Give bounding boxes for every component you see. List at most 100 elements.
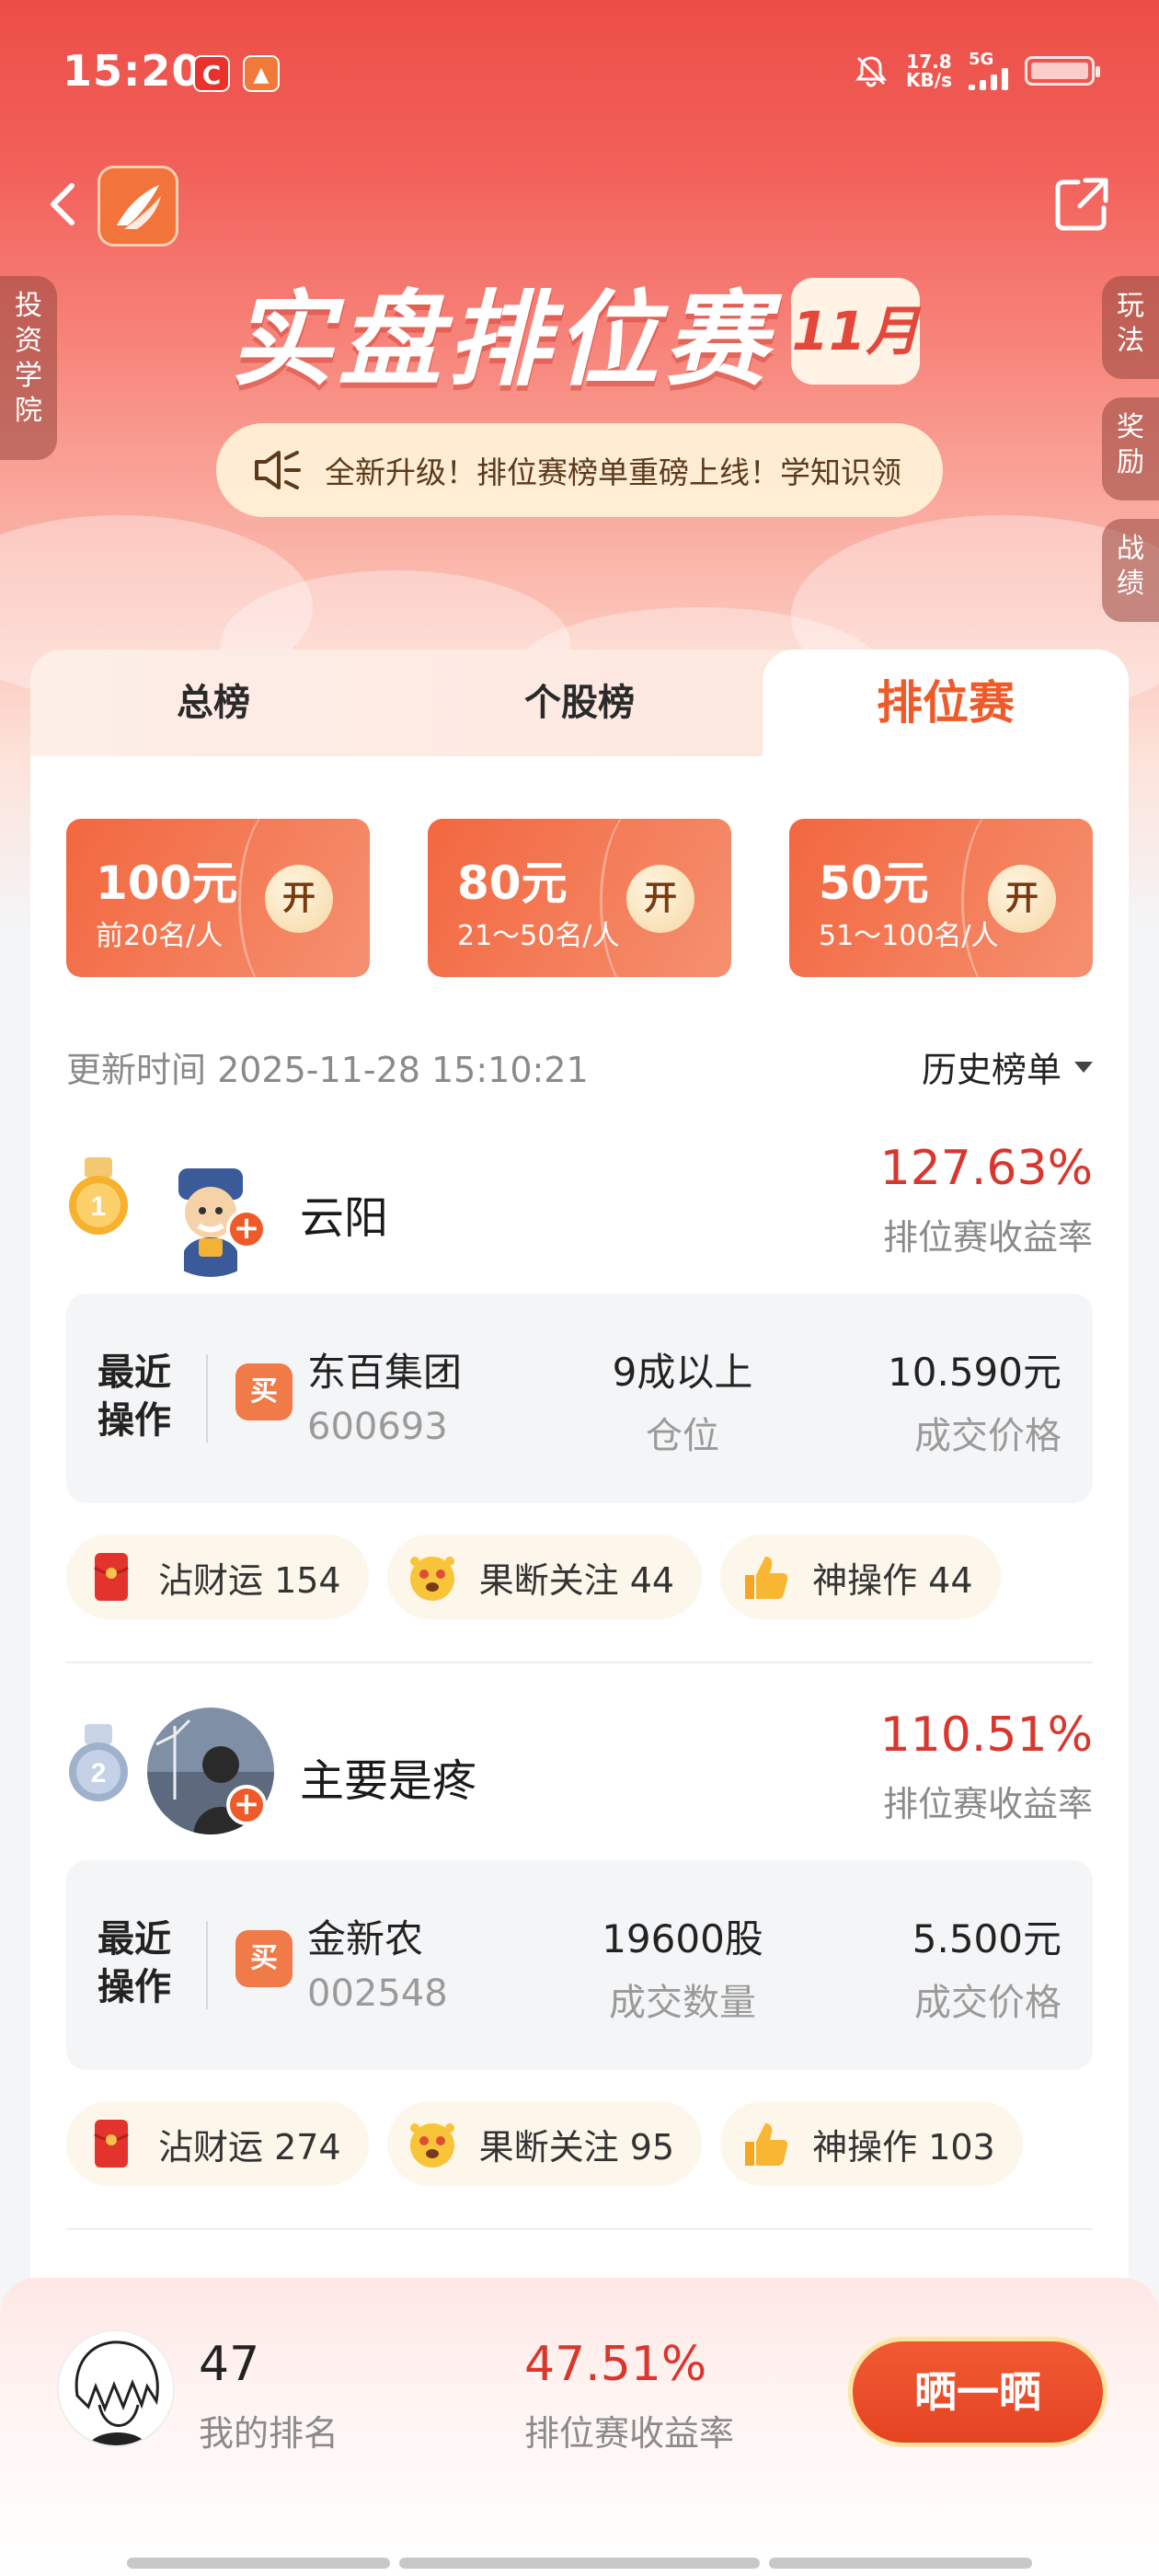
prize-amount: 50元 [819,857,929,910]
side-tab-academy-label: 投资学院 [15,290,42,427]
reaction-button[interactable]: 果断关注 95 [386,2101,703,2186]
red-envelope-icon [85,2117,138,2170]
buy-badge: 买 [235,1363,293,1420]
status-app-icon: C [193,55,230,92]
gold-medal-icon: 1 [69,1157,128,1235]
reaction-row: 沾财运 154 果断关注 44 神操作 44 [66,1535,1001,1619]
notice-bar[interactable]: 全新升级！排位赛榜单重磅上线！学知识领 [216,423,943,517]
deal-price: 10.590元 [888,1350,1061,1395]
speaker-icon [255,451,301,489]
prize-open-button[interactable]: 开 [988,865,1056,933]
deal-price-label: 成交价格 [914,1415,1061,1457]
prize-open-button[interactable]: 开 [265,865,333,933]
mute-bell-icon [855,56,888,87]
reaction-label: 沾财运 274 [158,2126,341,2168]
recent-operation[interactable]: 最近操作 买 东百集团 600693 9成以上 仓位 10.590元 成交价格 [66,1294,1093,1503]
avatar-sketch-icon [59,2331,173,2445]
my-return-rate: 47.51% [524,2337,707,2392]
my-rank-label: 我的排名 [199,2413,339,2454]
rank-entry[interactable]: 2 + 主要是疼 110.51% 排位赛收益率 最近操作 买 金新农 00254… [66,1708,1093,2223]
deal-price-label: 成交价格 [914,1982,1061,2024]
reaction-row: 沾财运 274 果断关注 95 神操作 103 [66,2101,1023,2186]
prize-card[interactable]: 80元 21～50名/人 开 [428,819,731,977]
caret-down-icon [1074,1061,1093,1073]
rank-entry[interactable]: 1 + 云阳 127.63% 排位赛收益率 最近操作 买 东百集团 600693… [66,1141,1093,1656]
buy-badge: 买 [235,1930,293,1987]
return-rate: 110.51% [879,1708,1093,1763]
my-avatar[interactable] [57,2329,175,2447]
side-tab-label: 奖励 [1117,411,1144,478]
share-show-button[interactable]: 晒一晒 [848,2337,1107,2447]
page-title: 实盘排位赛 [230,281,773,400]
prize-card[interactable]: 100元 前20名/人 开 [66,819,370,977]
user-name[interactable]: 主要是疼 [300,1744,476,1809]
notice-text: 全新升级！排位赛榜单重磅上线！学知识领 [325,454,901,490]
divider [66,1662,1093,1663]
reaction-label: 果断关注 95 [478,2126,675,2168]
excited-face-icon [406,2117,459,2170]
status-bar: 15:20 C ▲ 17.8 KB/s 5G [0,0,1159,147]
reaction-button[interactable]: 沾财运 154 [66,1535,369,1619]
status-right-group: 17.8 KB/s 5G [853,50,1100,90]
prize-amount: 80元 [457,857,568,910]
thumbs-up-icon [739,1550,792,1604]
prize-range: 21～50名/人 [457,920,620,952]
tab-overall[interactable]: 总榜 [30,650,396,756]
net-speed: 17.8 KB/s [906,52,952,89]
divider [206,1921,208,2009]
tab-stock[interactable]: 个股榜 [396,650,763,756]
thumbs-up-icon [739,2117,792,2170]
net-speed-unit: KB/s [906,69,952,91]
banner-title: 实盘排位赛 11月 [230,267,920,400]
user-name[interactable]: 云阳 [300,1181,388,1246]
reaction-label: 神操作 103 [812,2126,995,2168]
follow-plus-button[interactable]: + [226,1785,267,1825]
network-type: 5G [969,50,994,69]
quantity-label: 成交数量 [609,1982,756,2024]
app-logo [98,166,178,247]
status-app-icon: ▲ [243,55,280,92]
side-tab-label: 玩法 [1117,290,1144,357]
op-title: 最近操作 [98,1351,171,1442]
logo-icon [117,185,161,229]
rank-number: 1 [91,1191,107,1222]
net-speed-value: 17.8 [906,51,952,73]
rank-number: 2 [91,1758,107,1788]
reaction-button[interactable]: 沾财运 274 [66,2101,369,2186]
reaction-button[interactable]: 神操作 103 [720,2101,1023,2186]
tab-bar: 总榜 个股榜 排位赛 [30,650,1129,756]
prize-amount: 100元 [96,857,238,910]
side-tab-rules[interactable]: 玩法 [1102,276,1159,379]
reaction-label: 神操作 44 [812,1559,973,1601]
prize-open-button[interactable]: 开 [626,865,694,933]
return-rate-label: 排位赛收益率 [882,1217,1093,1258]
prize-card[interactable]: 50元 51～100名/人 开 [789,819,1093,977]
reaction-button[interactable]: 果断关注 44 [386,1535,703,1619]
update-time: 更新时间 2025-11-28 15:10:21 [66,1050,589,1090]
side-tab-academy[interactable]: 投资学院 [0,276,57,460]
my-return-rate-label: 排位赛收益率 [524,2413,735,2454]
share-icon[interactable] [1049,171,1115,237]
history-dropdown[interactable]: 历史榜单 [922,1041,1093,1092]
divider [206,1354,208,1443]
side-tab-record[interactable]: 战绩 [1102,519,1159,622]
month-badge: 11月 [791,278,920,385]
reaction-button[interactable]: 神操作 44 [720,1535,1001,1619]
status-time: 15:20 [63,46,202,96]
divider [66,2228,1093,2230]
side-tab-rewards[interactable]: 奖励 [1102,397,1159,500]
reaction-label: 果断关注 44 [478,1559,675,1601]
back-icon[interactable] [37,177,92,232]
prize-range: 51～100名/人 [819,920,999,952]
silver-medal-icon: 2 [69,1724,128,1801]
return-rate-label: 排位赛收益率 [882,1784,1093,1824]
op-title: 最近操作 [98,1918,171,2008]
red-envelope-icon [85,1550,138,1604]
stock-code: 600693 [307,1406,448,1448]
prize-row: 100元 前20名/人 开 80元 21～50名/人 开 50元 51～100名… [66,819,1093,977]
follow-plus-button[interactable]: + [226,1209,267,1249]
recent-operation[interactable]: 最近操作 买 金新农 002548 19600股 成交数量 5.500元 成交价… [66,1860,1093,2070]
history-label: 历史榜单 [921,1050,1061,1090]
tab-ranking-match[interactable]: 排位赛 [763,650,1129,756]
excited-face-icon [406,1550,459,1604]
